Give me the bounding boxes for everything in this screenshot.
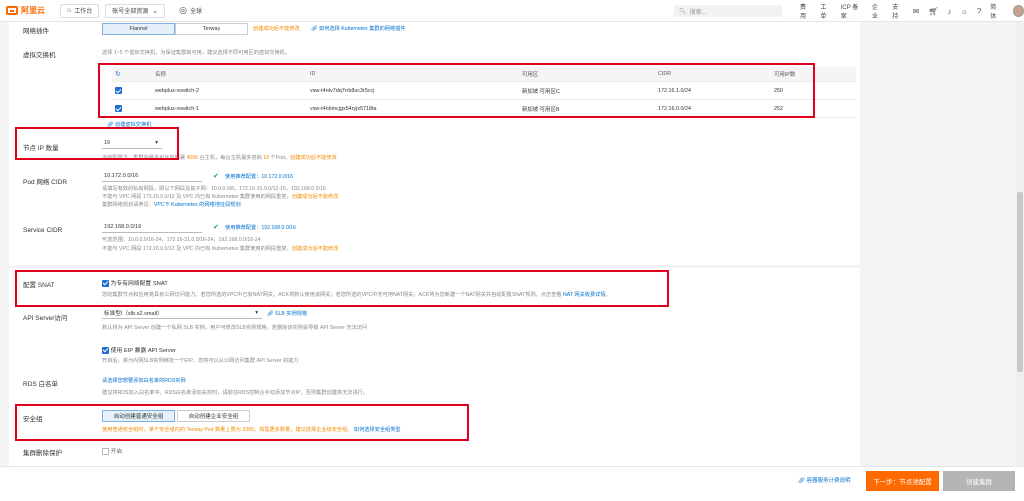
pod-cidr-input[interactable]: 10.172.0.0/16 — [102, 171, 202, 182]
help-icon[interactable]: ? — [977, 7, 981, 16]
service-cidr-recommend-link[interactable]: 使用推荐配置：192.168.0.0/16 — [225, 224, 296, 232]
pod-cidr-hint-3: 集群网络规划请参见：VPC下 Kubernetes 的网络地址段规划 — [102, 202, 241, 208]
nav-link-enterprise[interactable]: 企业 — [872, 2, 883, 20]
create-cluster-button[interactable]: 创建集群 — [943, 471, 1015, 491]
pod-cidr-recommend-link[interactable]: 使用推荐配置：10.172.0.0/16 — [225, 173, 293, 181]
network-plugin-label: 网络插件 — [23, 28, 49, 35]
service-cidr-input[interactable]: 192.168.0.0/16 — [102, 222, 202, 233]
cart-icon[interactable]: 🛒︎ — [928, 7, 938, 16]
service-cidr-hint-2: 不能与 VPC 网段 172.16.0.0/12 及 VPC 内已有 Kuber… — [102, 246, 339, 252]
search-icon: 🔍︎ — [679, 8, 687, 15]
search-placeholder: 搜索... — [689, 9, 707, 16]
delete-protection-label: 集群删除保护 — [23, 450, 62, 457]
chevron-down-icon: ⌄ — [152, 7, 159, 15]
workbench-label: 工作台 — [74, 9, 93, 15]
api-server-label: API Server访问 — [23, 315, 68, 322]
network-plugin-warning: 创建成功后不能修改 — [253, 26, 300, 32]
vswitch-hint: 选择 1~5 个虚拟交换机。为保证集群高可用，建议选择不同可用区的虚拟交换机。 — [102, 50, 291, 56]
bell-icon[interactable]: ♪ — [947, 7, 951, 16]
message-icon[interactable]: ✉ — [913, 7, 920, 16]
valid-check-icon: ✔ — [213, 224, 219, 231]
highlight-node-ip — [15, 127, 179, 160]
network-plugin-flannel[interactable]: Flannel — [102, 23, 175, 35]
slb-spec-link[interactable]: 🔗︎ SLB 实例规格 — [267, 310, 307, 318]
pod-cidr-label: Pod 网络 CIDR — [23, 179, 68, 186]
caret-down-icon: ▾ — [255, 310, 258, 316]
slb-spec-value: 标准型I（slb.s2.small） — [104, 311, 163, 317]
slb-spec-select[interactable]: 标准型I（slb.s2.small） ▾ — [102, 308, 262, 319]
vswitch-label: 虚拟交换机 — [23, 52, 56, 59]
service-cidr-label: Service CIDR — [23, 227, 63, 234]
region-label: 全球 — [190, 9, 203, 15]
highlight-vswitch-table — [98, 63, 815, 118]
bulb-icon[interactable]: ☼ — [960, 7, 967, 16]
logo-text: 阿里云 — [21, 6, 45, 15]
highlight-security-group — [15, 404, 469, 441]
language-switch[interactable]: 简体 — [990, 2, 1001, 20]
nav-link-fees[interactable]: 费用 — [800, 2, 811, 20]
pod-cidr-hint-1: 请填写有效的私有网段，即以下网段及其子网：10.0.0.0/8，172.16-3… — [102, 186, 326, 192]
rds-whitelist-link[interactable]: 请选择您想要添加白名单的RDS实例 — [102, 377, 186, 385]
aliyun-logo[interactable]: 阿里云 — [6, 5, 54, 16]
home-icon: ⌂ — [67, 7, 72, 14]
eip-hint: 开启后，将为内网SLB实例绑定一个EIP，您将可以从公网访问集群 API Ser… — [102, 358, 299, 364]
region-selector[interactable]: ◎ 全球 — [179, 5, 202, 16]
globe-icon: ◎ — [179, 5, 187, 15]
resource-group-label: 账号全部资源 — [112, 9, 149, 15]
nav-link-support[interactable]: 支持 — [892, 2, 903, 20]
scroll-thumb[interactable] — [1017, 192, 1023, 372]
delete-protection-checkbox[interactable]: 开启 — [102, 446, 122, 455]
rds-label: RDS 白名单 — [23, 381, 59, 388]
pod-cidr-plan-link[interactable]: VPC下 Kubernetes 的网络地址段规划 — [154, 202, 241, 208]
api-server-hint: 默认将为 API Server 创建一个私网 SLB 实例，用户可修改SLB实例… — [102, 325, 368, 331]
service-cidr-hint-1: 可选范围：10.0.0.0/16-24，172.16-31.0.0/16-24，… — [102, 237, 261, 243]
avatar[interactable] — [1012, 5, 1024, 17]
rds-hint: 建议将RDS加入白名单中，RDS白名单添加失败时，请前往RDS控制台手动添加节点… — [102, 390, 369, 396]
resource-group-selector[interactable]: 账号全部资源 ⌄ — [105, 3, 166, 18]
highlight-snat — [15, 270, 669, 307]
top-right-nav: 费用 工单 ICP 备案 企业 支持 ✉ 🛒︎ ♪ ☼ ? 简体 — [800, 0, 1024, 22]
valid-check-icon: ✔ — [213, 173, 219, 180]
pod-cidr-hint-2: 不能与 VPC 网段 172.16.0.0/12 及 VPC 内已有 Kuber… — [102, 194, 339, 200]
nav-link-icp[interactable]: ICP 备案 — [841, 2, 863, 20]
next-step-button[interactable]: 下一步：节点池配置 — [866, 471, 939, 491]
aliyun-logo-icon — [6, 6, 18, 15]
pricing-link[interactable]: 🔗︎ 容器服务计费说明 — [798, 476, 851, 484]
workbench-button[interactable]: ⌂ 工作台 — [60, 3, 100, 18]
search-input[interactable]: 🔍︎ 搜索... — [674, 5, 782, 17]
network-plugin-terway[interactable]: Terway — [175, 23, 248, 35]
network-plugin-help-link[interactable]: 🔗︎ 如何选择 Kubernetes 集群的网络插件 — [311, 25, 406, 33]
eip-checkbox[interactable]: 使用 EIP 暴露 API Server — [102, 345, 176, 354]
nav-link-tickets[interactable]: 工单 — [820, 2, 831, 20]
page-scrollbar[interactable] — [1016, 22, 1024, 466]
